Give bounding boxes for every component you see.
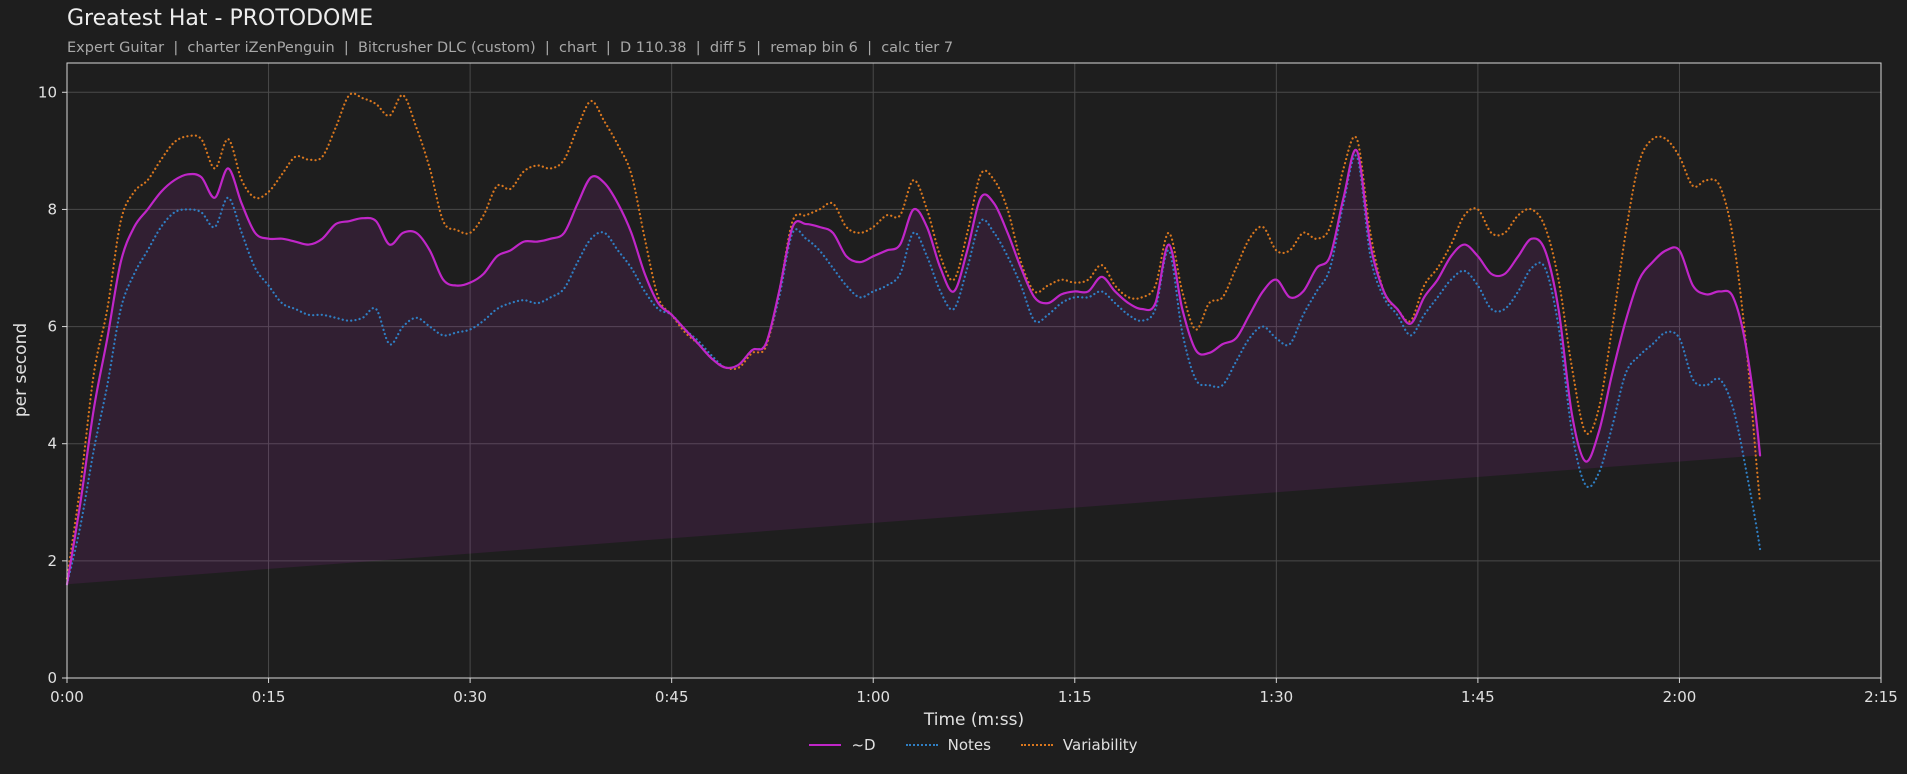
legend-label-1: Notes	[947, 736, 991, 754]
legend-item-0: ~D	[809, 736, 876, 754]
legend-item-2: Variability	[1020, 736, 1138, 754]
y-tick-label-1: 2	[47, 552, 57, 570]
x-axis-label: Time (m:ss)	[923, 710, 1024, 730]
legend-label-0: ~D	[851, 736, 876, 754]
series-fill-0	[67, 149, 1761, 585]
x-tick-label-6: 1:30	[1259, 688, 1293, 706]
y-tick-label-2: 4	[47, 435, 57, 453]
x-tick-label-9: 2:15	[1864, 688, 1898, 706]
x-tick-label-3: 0:45	[655, 688, 689, 706]
legend-swatch-1	[905, 744, 938, 746]
legend-swatch-0	[809, 744, 842, 746]
y-tick-label-3: 6	[47, 318, 57, 336]
x-tick-label-8: 2:00	[1663, 688, 1697, 706]
y-axis-ticks: 0 2 4 6 8 10	[38, 83, 67, 687]
x-tick-label-2: 0:30	[453, 688, 487, 706]
legend-label-2: Variability	[1062, 736, 1138, 754]
y-axis-label: per second	[11, 323, 31, 417]
chart-svg: 0:00 0:15 0:30 0:45 1:00 1:15 1:30 1:45 2:00 2:15…	[11, 62, 1898, 730]
y-tick-label-0: 0	[47, 669, 57, 687]
x-tick-label-7: 1:45	[1461, 688, 1495, 706]
legend-swatch-2	[1020, 744, 1053, 746]
x-tick-label-5: 1:15	[1058, 688, 1092, 706]
legend: ~D Notes Variability	[0, 736, 1907, 754]
legend-item-1: Notes	[905, 736, 991, 754]
fill-layer	[67, 149, 1761, 585]
y-tick-label-5: 10	[38, 83, 57, 101]
x-tick-label-1: 0:15	[252, 688, 286, 706]
x-tick-label-4: 1:00	[856, 688, 890, 706]
x-tick-label-0: 0:00	[50, 688, 84, 706]
x-axis-ticks: 0:00 0:15 0:30 0:45 1:00 1:15 1:30 1:45 2:00 2:15	[50, 678, 1898, 706]
y-tick-label-4: 8	[47, 200, 57, 218]
